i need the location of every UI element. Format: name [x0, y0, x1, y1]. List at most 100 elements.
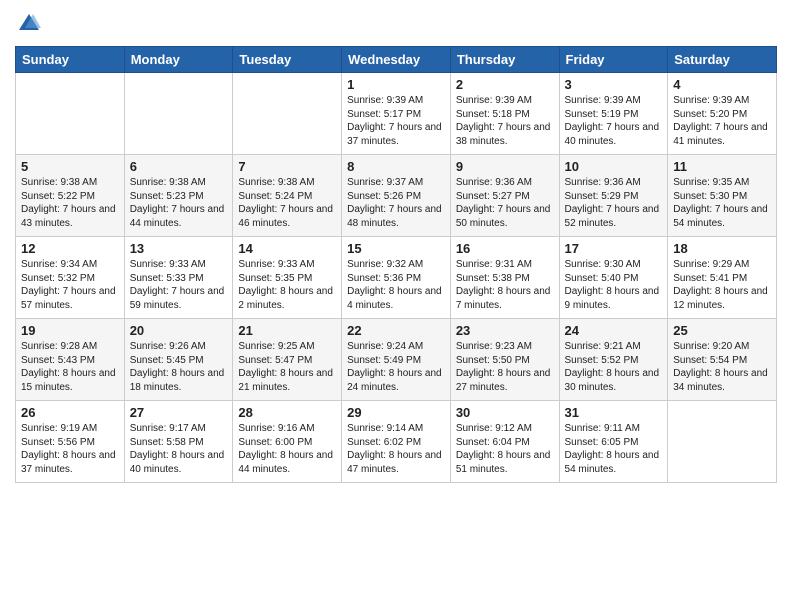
day-info: Sunrise: 9:16 AM Sunset: 6:00 PM Dayligh… [238, 422, 336, 476]
logo-icon [15, 10, 43, 38]
day-cell: 27 Sunrise: 9:17 AM Sunset: 5:58 PM Dayli… [124, 401, 233, 483]
day-info: Sunrise: 9:19 AM Sunset: 5:56 PM Dayligh… [21, 422, 119, 476]
day-cell: 29 Sunrise: 9:14 AM Sunset: 6:02 PM Dayli… [342, 401, 451, 483]
day-info: Sunrise: 9:12 AM Sunset: 6:04 PM Dayligh… [456, 422, 554, 476]
page: SundayMondayTuesdayWednesdayThursdayFrid… [0, 0, 792, 612]
day-info: Sunrise: 9:38 AM Sunset: 5:24 PM Dayligh… [238, 176, 336, 230]
calendar-table: SundayMondayTuesdayWednesdayThursdayFrid… [15, 46, 777, 483]
day-cell: 6 Sunrise: 9:38 AM Sunset: 5:23 PM Daylig… [124, 155, 233, 237]
day-info: Sunrise: 9:37 AM Sunset: 5:26 PM Dayligh… [347, 176, 445, 230]
day-info: Sunrise: 9:11 AM Sunset: 6:05 PM Dayligh… [565, 422, 663, 476]
day-number: 17 [565, 241, 663, 256]
day-info: Sunrise: 9:31 AM Sunset: 5:38 PM Dayligh… [456, 258, 554, 312]
day-number: 13 [130, 241, 228, 256]
day-cell: 15Sunrise: 9:32 AM Sunset: 5:36 PM Dayli… [342, 237, 451, 319]
day-cell: 28 Sunrise: 9:16 AM Sunset: 6:00 PM Dayli… [233, 401, 342, 483]
day-number: 20 [130, 323, 228, 338]
day-cell [233, 73, 342, 155]
day-info: Sunrise: 9:39 AM Sunset: 5:20 PM Dayligh… [673, 94, 771, 148]
day-number: 19 [21, 323, 119, 338]
header-row: SundayMondayTuesdayWednesdayThursdayFrid… [16, 47, 777, 73]
day-number: 27 [130, 405, 228, 420]
day-number: 29 [347, 405, 445, 420]
day-cell: 9 Sunrise: 9:36 AM Sunset: 5:27 PM Daylig… [450, 155, 559, 237]
day-cell: 2 Sunrise: 9:39 AM Sunset: 5:18 PM Daylig… [450, 73, 559, 155]
day-cell: 8 Sunrise: 9:37 AM Sunset: 5:26 PM Daylig… [342, 155, 451, 237]
day-info: Sunrise: 9:30 AM Sunset: 5:40 PM Dayligh… [565, 258, 663, 312]
day-number: 14 [238, 241, 336, 256]
day-cell: 22 Sunrise: 9:24 AM Sunset: 5:49 PM Dayli… [342, 319, 451, 401]
day-info: Sunrise: 9:25 AM Sunset: 5:47 PM Dayligh… [238, 340, 336, 394]
day-cell: 14Sunrise: 9:33 AM Sunset: 5:35 PM Dayli… [233, 237, 342, 319]
day-cell: 26 Sunrise: 9:19 AM Sunset: 5:56 PM Dayli… [16, 401, 125, 483]
day-cell: 23Sunrise: 9:23 AM Sunset: 5:50 PM Dayli… [450, 319, 559, 401]
day-info: Sunrise: 9:14 AM Sunset: 6:02 PM Dayligh… [347, 422, 445, 476]
day-cell: 10 Sunrise: 9:36 AM Sunset: 5:29 PM Dayli… [559, 155, 668, 237]
day-cell: 1 Sunrise: 9:39 AM Sunset: 5:17 PM Daylig… [342, 73, 451, 155]
day-info: Sunrise: 9:39 AM Sunset: 5:19 PM Dayligh… [565, 94, 663, 148]
day-number: 28 [238, 405, 336, 420]
day-number: 25 [673, 323, 771, 338]
day-cell: 25Sunrise: 9:20 AM Sunset: 5:54 PM Dayli… [668, 319, 777, 401]
column-header-friday: Friday [559, 47, 668, 73]
day-info: Sunrise: 9:17 AM Sunset: 5:58 PM Dayligh… [130, 422, 228, 476]
logo [15, 10, 47, 38]
day-number: 2 [456, 77, 554, 92]
day-cell: 17 Sunrise: 9:30 AM Sunset: 5:40 PM Dayli… [559, 237, 668, 319]
day-number: 24 [565, 323, 663, 338]
column-header-monday: Monday [124, 47, 233, 73]
day-info: Sunrise: 9:29 AM Sunset: 5:41 PM Dayligh… [673, 258, 771, 312]
day-info: Sunrise: 9:36 AM Sunset: 5:29 PM Dayligh… [565, 176, 663, 230]
header [15, 10, 777, 38]
day-cell: 11 Sunrise: 9:35 AM Sunset: 5:30 PM Dayli… [668, 155, 777, 237]
column-header-wednesday: Wednesday [342, 47, 451, 73]
day-info: Sunrise: 9:21 AM Sunset: 5:52 PM Dayligh… [565, 340, 663, 394]
day-info: Sunrise: 9:38 AM Sunset: 5:22 PM Dayligh… [21, 176, 119, 230]
day-info: Sunrise: 9:39 AM Sunset: 5:17 PM Dayligh… [347, 94, 445, 148]
day-number: 5 [21, 159, 119, 174]
day-cell: 16 Sunrise: 9:31 AM Sunset: 5:38 PM Dayli… [450, 237, 559, 319]
day-number: 6 [130, 159, 228, 174]
day-cell: 12Sunrise: 9:34 AM Sunset: 5:32 PM Dayli… [16, 237, 125, 319]
day-number: 21 [238, 323, 336, 338]
day-number: 1 [347, 77, 445, 92]
column-header-sunday: Sunday [16, 47, 125, 73]
week-row-5: 26 Sunrise: 9:19 AM Sunset: 5:56 PM Dayli… [16, 401, 777, 483]
column-header-thursday: Thursday [450, 47, 559, 73]
day-number: 16 [456, 241, 554, 256]
day-cell: 31Sunrise: 9:11 AM Sunset: 6:05 PM Dayli… [559, 401, 668, 483]
day-cell: 20 Sunrise: 9:26 AM Sunset: 5:45 PM Dayli… [124, 319, 233, 401]
day-cell: 21 Sunrise: 9:25 AM Sunset: 5:47 PM Dayli… [233, 319, 342, 401]
day-cell [668, 401, 777, 483]
day-number: 3 [565, 77, 663, 92]
day-cell: 3 Sunrise: 9:39 AM Sunset: 5:19 PM Daylig… [559, 73, 668, 155]
day-number: 11 [673, 159, 771, 174]
day-cell [124, 73, 233, 155]
day-info: Sunrise: 9:26 AM Sunset: 5:45 PM Dayligh… [130, 340, 228, 394]
day-number: 8 [347, 159, 445, 174]
day-info: Sunrise: 9:33 AM Sunset: 5:33 PM Dayligh… [130, 258, 228, 312]
week-row-2: 5 Sunrise: 9:38 AM Sunset: 5:22 PM Daylig… [16, 155, 777, 237]
day-number: 10 [565, 159, 663, 174]
week-row-3: 12Sunrise: 9:34 AM Sunset: 5:32 PM Dayli… [16, 237, 777, 319]
day-number: 22 [347, 323, 445, 338]
column-header-saturday: Saturday [668, 47, 777, 73]
day-info: Sunrise: 9:38 AM Sunset: 5:23 PM Dayligh… [130, 176, 228, 230]
day-info: Sunrise: 9:32 AM Sunset: 5:36 PM Dayligh… [347, 258, 445, 312]
day-number: 9 [456, 159, 554, 174]
day-info: Sunrise: 9:39 AM Sunset: 5:18 PM Dayligh… [456, 94, 554, 148]
day-info: Sunrise: 9:23 AM Sunset: 5:50 PM Dayligh… [456, 340, 554, 394]
day-info: Sunrise: 9:24 AM Sunset: 5:49 PM Dayligh… [347, 340, 445, 394]
day-info: Sunrise: 9:35 AM Sunset: 5:30 PM Dayligh… [673, 176, 771, 230]
week-row-1: 1 Sunrise: 9:39 AM Sunset: 5:17 PM Daylig… [16, 73, 777, 155]
day-cell: 4 Sunrise: 9:39 AM Sunset: 5:20 PM Daylig… [668, 73, 777, 155]
day-cell: 18 Sunrise: 9:29 AM Sunset: 5:41 PM Dayli… [668, 237, 777, 319]
day-info: Sunrise: 9:36 AM Sunset: 5:27 PM Dayligh… [456, 176, 554, 230]
day-number: 7 [238, 159, 336, 174]
day-cell: 24 Sunrise: 9:21 AM Sunset: 5:52 PM Dayli… [559, 319, 668, 401]
day-number: 26 [21, 405, 119, 420]
day-number: 4 [673, 77, 771, 92]
day-info: Sunrise: 9:34 AM Sunset: 5:32 PM Dayligh… [21, 258, 119, 312]
day-info: Sunrise: 9:28 AM Sunset: 5:43 PM Dayligh… [21, 340, 119, 394]
day-number: 18 [673, 241, 771, 256]
